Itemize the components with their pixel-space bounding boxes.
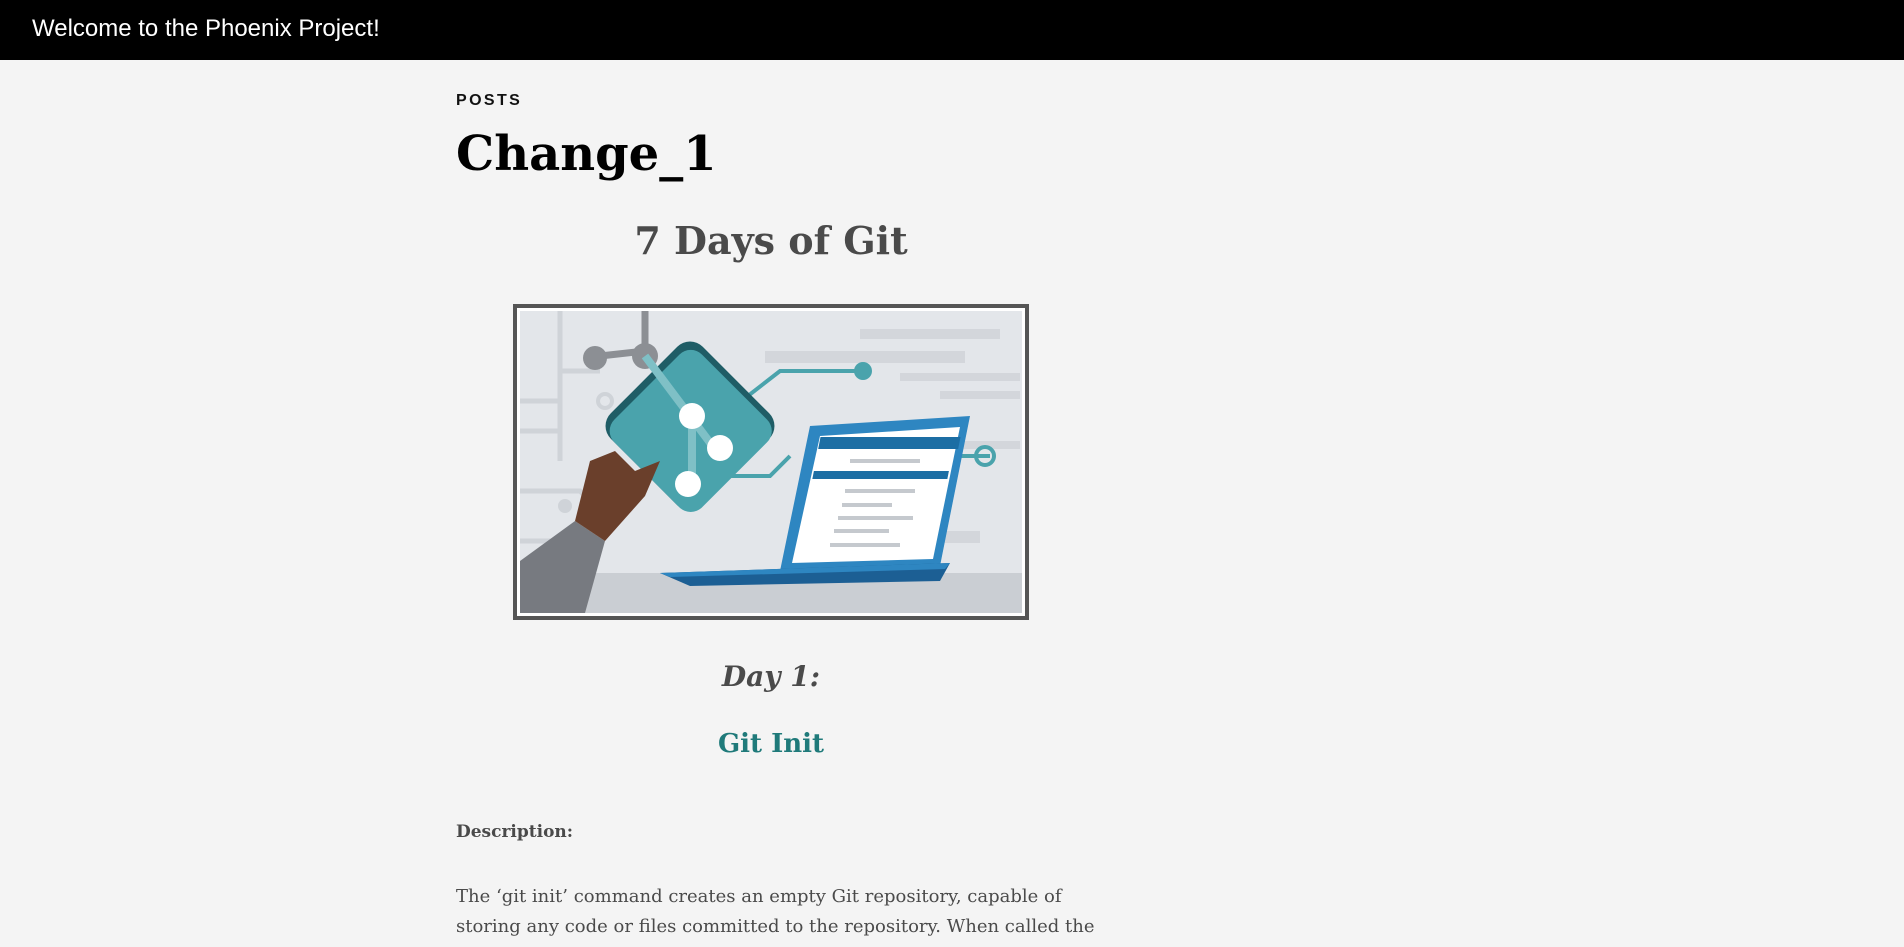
day-heading: Day 1:	[721, 660, 821, 693]
post-category[interactable]: POSTS	[456, 92, 522, 110]
post-heading: 7 Days of Git	[634, 218, 908, 263]
page-title: Change_1	[456, 126, 717, 182]
hero-image	[513, 304, 1029, 620]
git-laptop-illustration-icon	[520, 311, 1022, 613]
post-content: POSTS Change_1 7 Days of Git Day 1: Git …	[456, 60, 1095, 947]
description-line: storing any code or files committed to t…	[456, 916, 1095, 937]
site-title[interactable]: Welcome to the Phoenix Project!	[32, 15, 380, 43]
day-subheading: Git Init	[717, 729, 825, 759]
description-line: The ‘git init’ command creates an empty …	[456, 886, 1062, 907]
description-label: Description:	[456, 822, 574, 842]
top-bar: Welcome to the Phoenix Project!	[0, 0, 1904, 60]
